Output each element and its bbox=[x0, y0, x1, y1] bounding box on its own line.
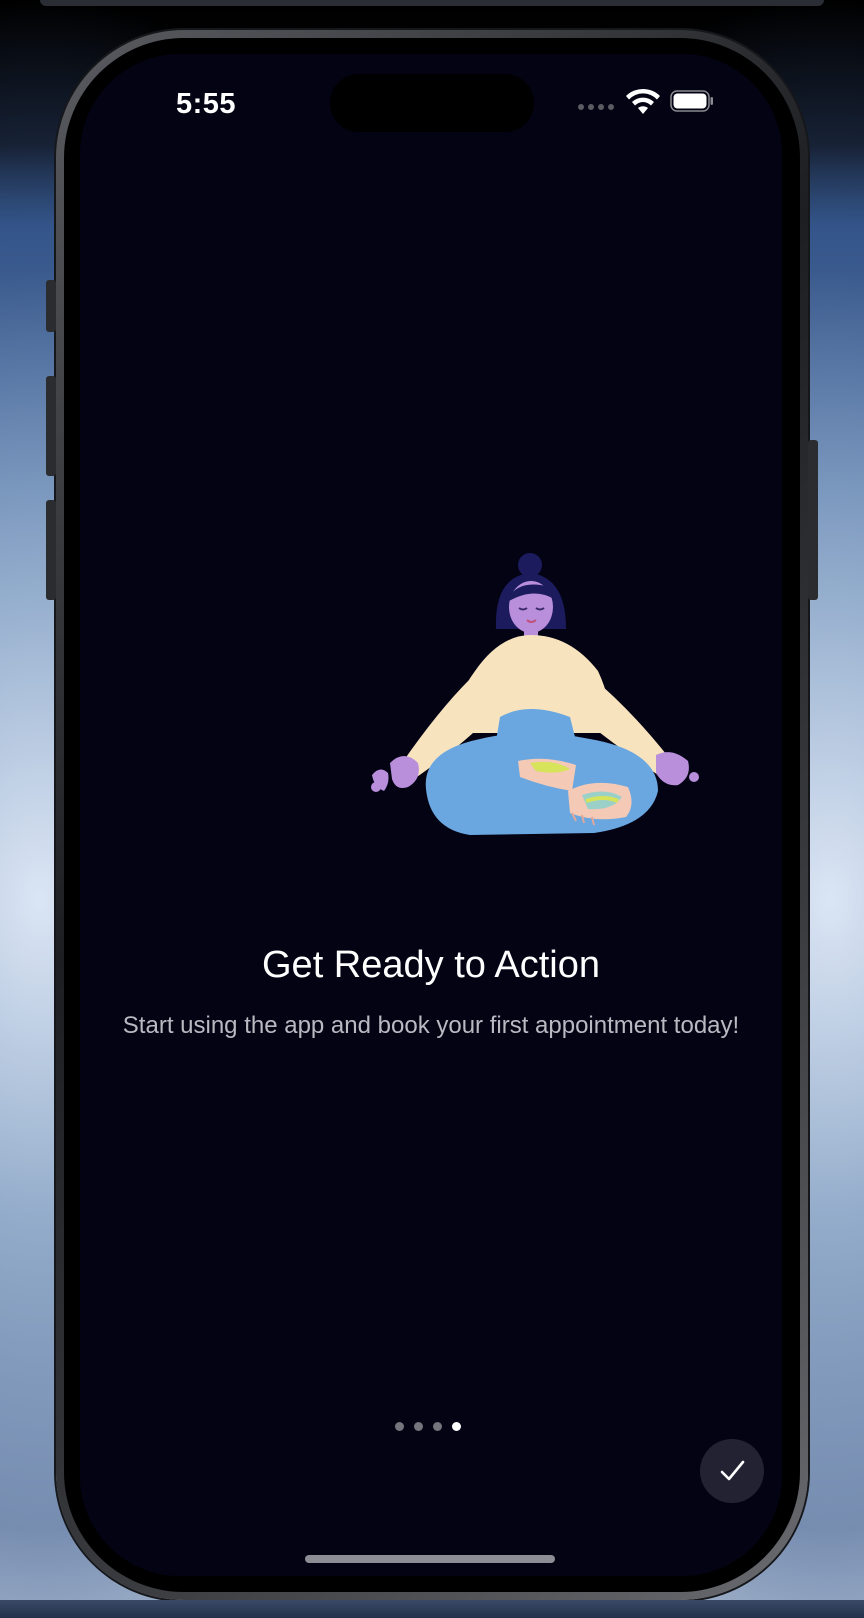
checkmark-icon bbox=[720, 1460, 745, 1481]
dynamic-island bbox=[330, 74, 534, 132]
home-indicator[interactable] bbox=[305, 1555, 555, 1563]
page-indicator[interactable] bbox=[395, 1422, 461, 1431]
page-dot-3[interactable] bbox=[433, 1422, 442, 1431]
power-button bbox=[808, 440, 818, 600]
wifi-icon bbox=[626, 88, 660, 114]
done-button[interactable] bbox=[700, 1439, 764, 1503]
app-screen: 5:55 Get Ready to Action Start using the… bbox=[80, 54, 782, 1576]
onboarding-subtitle: Start using the app and book your first … bbox=[122, 1012, 740, 1039]
window-top-edge bbox=[40, 0, 824, 6]
bottom-strip bbox=[0, 1600, 864, 1618]
page-dot-1[interactable] bbox=[395, 1422, 404, 1431]
page-dot-2[interactable] bbox=[414, 1422, 423, 1431]
page-dot-4-active[interactable] bbox=[452, 1422, 461, 1431]
onboarding-title: Get Ready to Action bbox=[262, 944, 600, 986]
battery-icon bbox=[670, 90, 713, 112]
volume-down-button bbox=[46, 500, 56, 600]
desktop-background: 5:55 Get Ready to Action Start using the… bbox=[0, 0, 864, 1618]
signal-dots-icon bbox=[578, 104, 614, 110]
action-button bbox=[46, 280, 56, 332]
volume-up-button bbox=[46, 376, 56, 476]
meditating-person-illustration bbox=[371, 553, 699, 835]
status-time: 5:55 bbox=[176, 88, 237, 120]
